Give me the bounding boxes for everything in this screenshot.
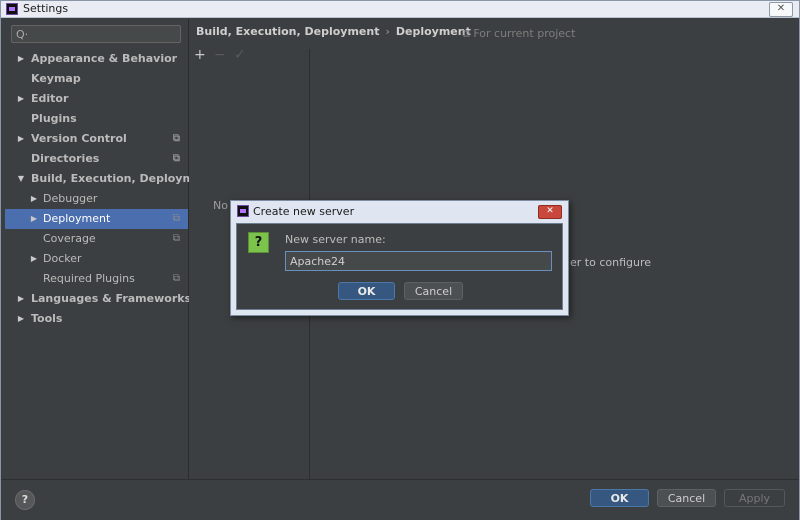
sidebar-item-directories[interactable]: Directories ⧉: [5, 149, 188, 169]
sidebar-item-label: Docker: [43, 252, 82, 265]
dialog-cancel-button[interactable]: Cancel: [404, 282, 463, 300]
sidebar-item-debugger[interactable]: ▶ Debugger: [5, 189, 188, 209]
expanded-arrow-icon[interactable]: ▼: [16, 169, 26, 189]
sidebar-item-tools[interactable]: ▶ Tools: [5, 309, 188, 329]
set-default-button[interactable]: ✓: [234, 47, 254, 63]
project-scope-icon: ⧉: [172, 153, 180, 164]
sidebar-item-label: Tools: [31, 312, 63, 325]
for-current-project-label: ⧉ For current project: [462, 27, 576, 40]
sidebar-item-label: Languages & Frameworks: [31, 292, 192, 305]
collapsed-arrow-icon[interactable]: ▶: [16, 289, 26, 309]
sidebar-item-appearance-behavior[interactable]: ▶ Appearance & Behavior: [5, 49, 188, 69]
project-scope-icon: ⧉: [172, 213, 180, 224]
dialog-ok-button[interactable]: OK: [338, 282, 395, 300]
sidebar-item-build-execution-deployment[interactable]: ▼ Build, Execution, Deployment: [5, 169, 215, 189]
add-server-button[interactable]: +: [194, 47, 214, 63]
sidebar-item-keymap[interactable]: Keymap: [5, 69, 188, 89]
dialog-title: Create new server: [253, 205, 355, 218]
project-scope-icon: ⧉: [172, 233, 180, 244]
remove-server-button[interactable]: −: [214, 47, 234, 63]
cancel-button[interactable]: Cancel: [657, 489, 716, 507]
dialog-footer: ? OK Cancel Apply: [1, 479, 799, 520]
sidebar-item-required-plugins[interactable]: Required Plugins ⧉: [5, 269, 188, 289]
app-icon: [237, 205, 249, 217]
sidebar-item-version-control[interactable]: ▶ Version Control ⧉: [5, 129, 188, 149]
sidebar-item-coverage[interactable]: Coverage ⧉: [5, 229, 188, 249]
breadcrumb-parent: Build, Execution, Deployment: [196, 25, 380, 38]
close-window-button[interactable]: ✕: [769, 2, 793, 17]
dialog-close-button[interactable]: ✕: [538, 205, 562, 219]
sidebar-item-label: Deployment: [43, 212, 111, 225]
sidebar-item-label: Coverage: [43, 232, 96, 245]
sidebar-item-label: Version Control: [31, 132, 127, 145]
ok-button[interactable]: OK: [590, 489, 649, 507]
collapsed-arrow-icon[interactable]: ▶: [16, 129, 26, 149]
collapsed-arrow-icon[interactable]: ▶: [29, 189, 39, 209]
empty-list-text: No: [213, 199, 228, 212]
configure-hint-text: er to configure: [570, 256, 652, 269]
dialog-body: ? New server name: Apache24 OK Cancel: [236, 223, 563, 310]
settings-sidebar: Q· ▶ Appearance & Behavior Keymap ▶ Editor Pl…: [5, 19, 215, 479]
question-icon: ?: [248, 232, 269, 253]
search-icon: Q·: [16, 28, 29, 41]
window-title: Settings: [23, 2, 69, 15]
collapsed-arrow-icon[interactable]: ▶: [16, 89, 26, 109]
breadcrumb: Build, Execution, Deployment › Deployment: [196, 25, 471, 38]
collapsed-arrow-icon[interactable]: ▶: [16, 309, 26, 329]
sidebar-item-deployment[interactable]: ▶ Deployment ⧉: [5, 209, 188, 229]
help-button[interactable]: ?: [15, 490, 35, 510]
sidebar-item-label: Plugins: [31, 112, 77, 125]
sidebar-item-plugins[interactable]: Plugins: [5, 109, 188, 129]
sidebar-item-label: Build, Execution, Deployment: [31, 172, 215, 185]
settings-search-input[interactable]: Q·: [11, 25, 181, 43]
create-server-dialog: Create new server ✕ ? New server name: A…: [230, 200, 569, 316]
title-bar: Settings ✕: [1, 1, 799, 18]
project-scope-icon: ⧉: [172, 273, 180, 284]
sidebar-item-languages-frameworks[interactable]: ▶ Languages & Frameworks: [5, 289, 192, 309]
sidebar-item-label: Directories: [31, 152, 100, 165]
dialog-title-bar: Create new server ✕: [231, 201, 568, 221]
server-name-label: New server name:: [285, 233, 386, 246]
sidebar-item-label: Debugger: [43, 192, 98, 205]
sidebar-item-label: Keymap: [31, 72, 81, 85]
collapsed-arrow-icon[interactable]: ▶: [29, 209, 39, 229]
sidebar-item-docker[interactable]: ▶ Docker: [5, 249, 188, 269]
app-icon: [6, 3, 18, 15]
sidebar-item-editor[interactable]: ▶ Editor: [5, 89, 188, 109]
server-name-input[interactable]: Apache24: [285, 251, 552, 271]
sidebar-item-label: Editor: [31, 92, 69, 105]
collapsed-arrow-icon[interactable]: ▶: [16, 49, 26, 69]
collapsed-arrow-icon[interactable]: ▶: [29, 249, 39, 269]
sidebar-item-label: Appearance & Behavior: [31, 52, 178, 65]
breadcrumb-current: Deployment: [395, 25, 471, 38]
server-toolbar: + − ✓: [194, 47, 254, 63]
settings-tree: ▶ Appearance & Behavior Keymap ▶ Editor Plugi…: [5, 49, 215, 329]
breadcrumb-separator: ›: [385, 25, 390, 38]
apply-button[interactable]: Apply: [724, 489, 785, 507]
project-scope-icon: ⧉: [172, 133, 180, 144]
sidebar-item-label: Required Plugins: [43, 272, 135, 285]
